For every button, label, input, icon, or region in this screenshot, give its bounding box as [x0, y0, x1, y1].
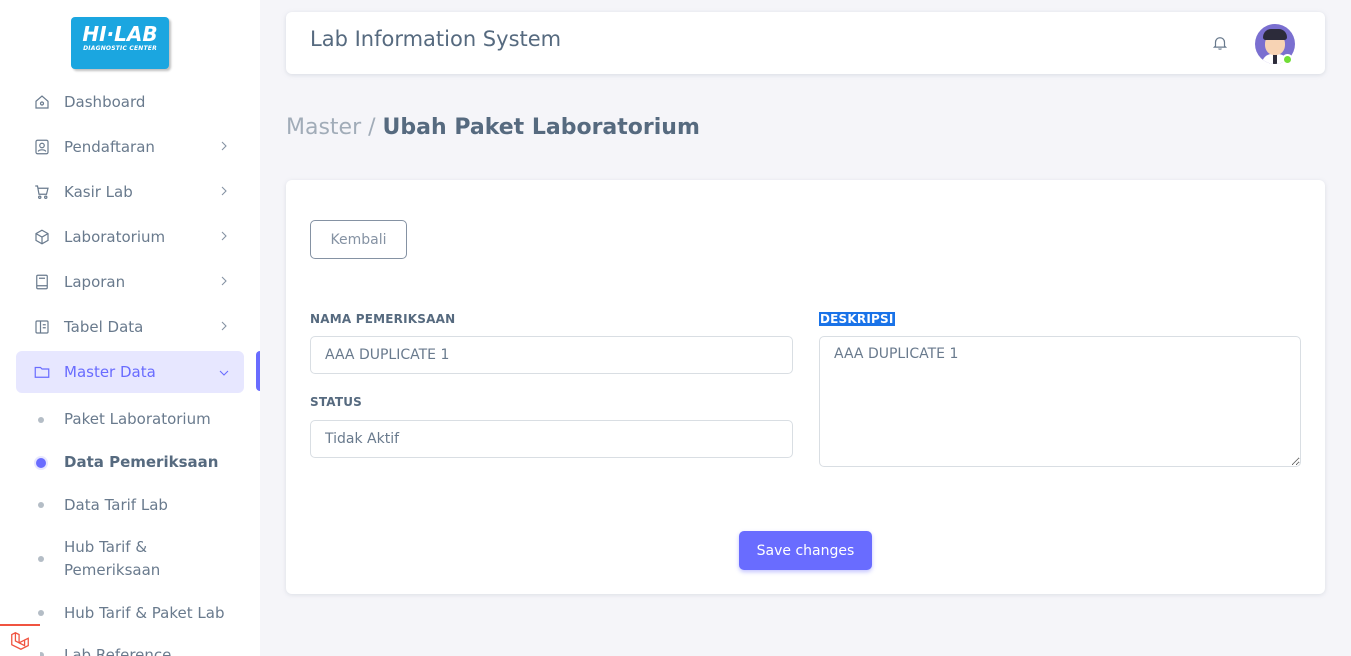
sidebar-item-laporan[interactable]: Laporan	[16, 259, 244, 304]
submenu-item-hub-tarif-paket-lab[interactable]: Hub Tarif & Paket Lab	[16, 592, 244, 634]
submenu-item-label: Data Pemeriksaan	[64, 453, 219, 471]
folder-icon	[32, 362, 52, 382]
table-icon	[32, 317, 52, 337]
nama-pemeriksaan-input[interactable]	[310, 336, 793, 374]
deskripsi-label: DESKRIPSI	[819, 312, 895, 326]
breadcrumb: Master / Ubah Paket Laboratorium	[286, 115, 700, 141]
sidebar-item-pendaftaran[interactable]: Pendaftaran	[16, 124, 244, 169]
nama-pemeriksaan-label: NAMA PEMERIKSAAN	[310, 312, 456, 326]
submenu-item-lab-reference[interactable]: Lab Reference	[16, 634, 244, 656]
sidebar: HI·LAB DIAGNOSTIC CENTER Dashboard Penda…	[0, 0, 260, 656]
master-data-submenu: Paket Laboratorium Data Pemeriksaan Data…	[16, 398, 244, 656]
box-icon	[32, 227, 52, 247]
chevron-right-icon	[216, 138, 232, 154]
logo-main-text: HI·LAB	[82, 22, 158, 46]
bullet-dot-icon	[36, 457, 46, 468]
chevron-right-icon	[216, 273, 232, 289]
submenu-item-label: Paket Laboratorium	[64, 410, 211, 428]
logo-sub-text: DIAGNOSTIC CENTER	[83, 45, 157, 52]
sidebar-item-label: Pendaftaran	[64, 137, 155, 156]
edit-form-card: Kembali NAMA PEMERIKSAAN STATUS DESKRIPS…	[286, 180, 1325, 594]
sidebar-item-label: Tabel Data	[64, 317, 144, 336]
avatar-hair-shape	[1263, 29, 1287, 40]
sidebar-item-label: Laboratorium	[64, 227, 166, 246]
laravel-debugbar-icon[interactable]	[0, 624, 40, 656]
sidebar-item-label: Dashboard	[64, 92, 146, 111]
submenu-item-label: Data Tarif Lab	[64, 495, 168, 514]
sidebar-item-dashboard[interactable]: Dashboard	[16, 79, 244, 124]
chevron-right-icon	[216, 228, 232, 244]
active-menu-indicator	[256, 351, 260, 391]
sidebar-item-label: Laporan	[64, 272, 126, 291]
chevron-right-icon	[216, 183, 232, 199]
sidebar-item-label: Master Data	[64, 363, 156, 381]
submenu-item-hub-tarif-pemeriksaan[interactable]: Hub Tarif & Pemeriksaan	[16, 526, 206, 592]
submenu-item-label: Hub Tarif & Paket Lab	[64, 603, 225, 622]
chevron-right-icon	[216, 318, 232, 334]
hilab-logo[interactable]: HI·LAB DIAGNOSTIC CENTER	[71, 17, 169, 69]
status-input[interactable]	[310, 420, 793, 458]
book-icon	[32, 272, 52, 292]
sidebar-item-laboratorium[interactable]: Laboratorium	[16, 214, 244, 259]
home-icon	[32, 92, 52, 112]
submenu-item-label: Hub Tarif & Pemeriksaan	[64, 538, 161, 579]
chevron-down-icon	[216, 365, 232, 381]
sidebar-item-label: Kasir Lab	[64, 182, 133, 201]
back-button[interactable]: Kembali	[310, 220, 407, 259]
sidebar-item-kasir-lab[interactable]: Kasir Lab	[16, 169, 244, 214]
bullet-dot-icon	[38, 416, 44, 423]
breadcrumb-parent: Master /	[286, 115, 376, 140]
avatar-tie-shape	[1273, 54, 1277, 64]
status-label: STATUS	[310, 395, 363, 409]
bullet-dot-icon	[38, 610, 44, 616]
user-badge-icon	[32, 137, 52, 157]
sidebar-menu: Dashboard Pendaftaran Kasir Lab Laborato…	[16, 79, 244, 393]
bullet-dot-icon	[38, 502, 44, 508]
save-changes-button[interactable]: Save changes	[739, 531, 872, 570]
sidebar-item-tabel-data[interactable]: Tabel Data	[16, 304, 244, 349]
bell-icon[interactable]	[1211, 34, 1229, 52]
submenu-item-label: Lab Reference	[64, 645, 172, 656]
deskripsi-textarea[interactable]: AAA DUPLICATE 1	[819, 336, 1301, 467]
page-title: Ubah Paket Laboratorium	[382, 115, 700, 140]
submenu-item-data-tarif-lab[interactable]: Data Tarif Lab	[16, 484, 244, 526]
online-status-dot	[1282, 54, 1293, 65]
bullet-dot-icon	[38, 556, 44, 562]
top-navbar: Lab Information System	[286, 12, 1325, 74]
sidebar-item-master-data[interactable]: Master Data	[16, 351, 244, 393]
cart-icon	[32, 182, 52, 202]
app-title: Lab Information System	[310, 27, 562, 51]
submenu-item-paket-laboratorium[interactable]: Paket Laboratorium	[16, 398, 244, 441]
submenu-item-data-pemeriksaan[interactable]: Data Pemeriksaan	[16, 441, 244, 484]
